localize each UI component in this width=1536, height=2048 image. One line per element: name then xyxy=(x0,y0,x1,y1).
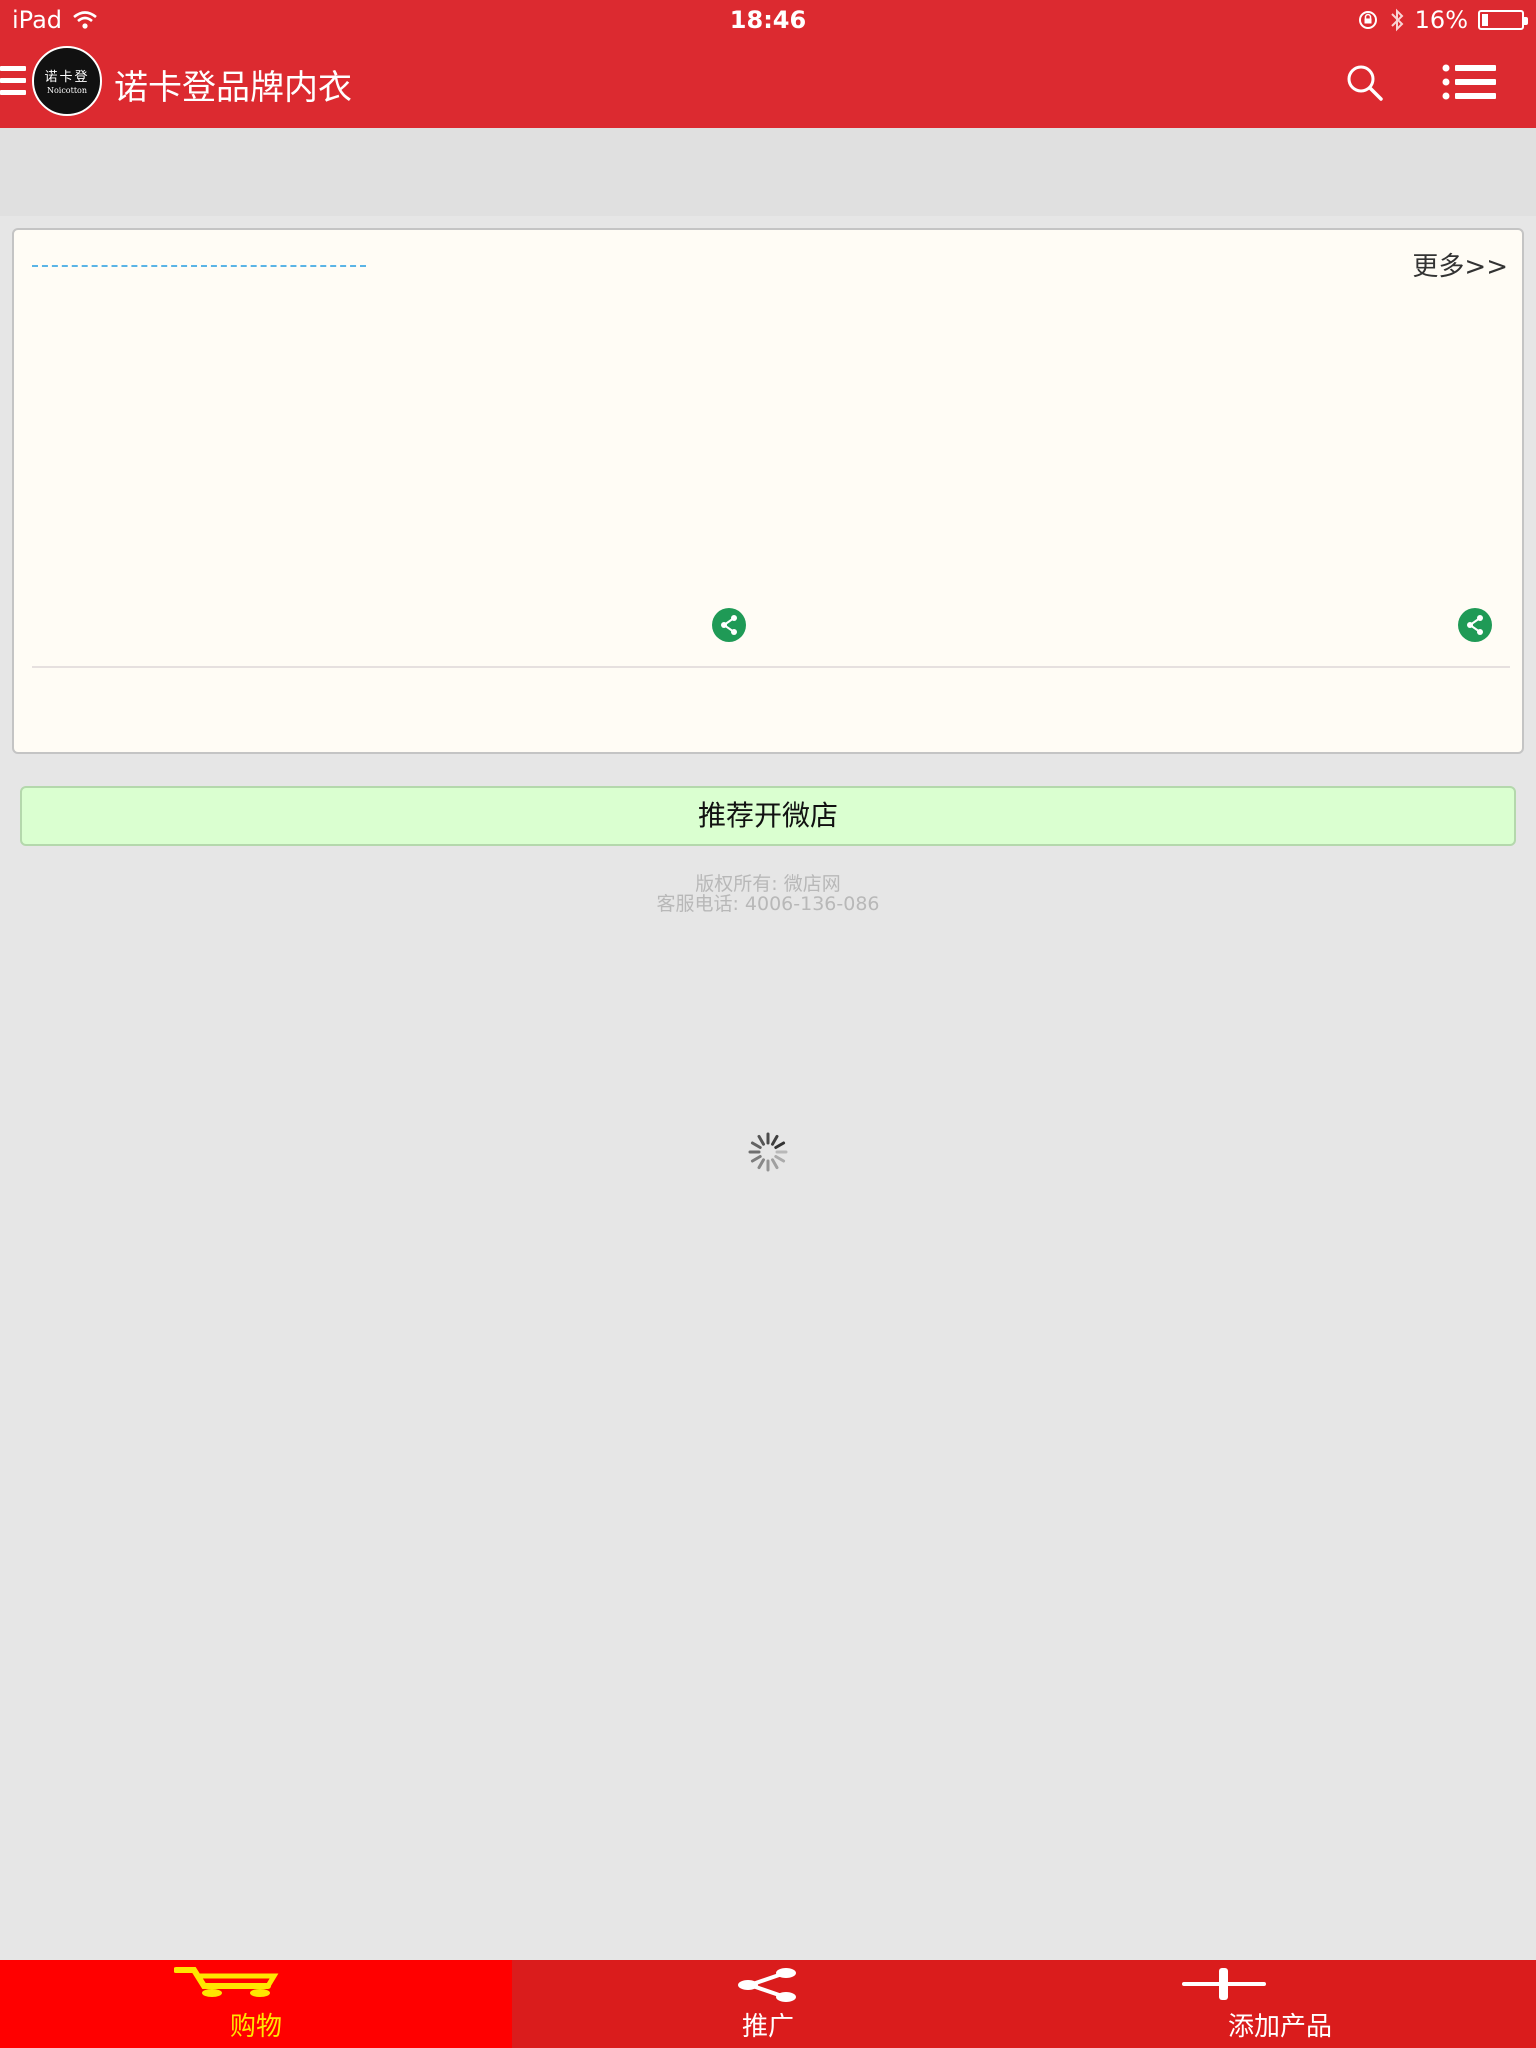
cart-icon xyxy=(174,1967,279,1997)
plus-icon xyxy=(1182,1968,1266,2000)
bluetooth-icon xyxy=(1390,8,1404,32)
spinner-spoke xyxy=(774,1141,786,1149)
spinner-spoke xyxy=(757,1134,765,1146)
status-right: 16% xyxy=(1357,6,1528,34)
status-bar: iPad 18:46 16% xyxy=(0,0,1536,40)
tab-shopping[interactable]: 购物 xyxy=(0,1960,512,2048)
spinner-spoke xyxy=(771,1134,779,1146)
tab-promote-label: 推广 xyxy=(741,2012,794,2042)
battery-percent: 16% xyxy=(1414,6,1468,34)
tab-promote[interactable]: 推广 xyxy=(512,1960,1024,2048)
share-icon xyxy=(738,1968,796,2002)
search-icon[interactable] xyxy=(1344,62,1384,102)
share-icon[interactable] xyxy=(1458,608,1492,642)
more-link[interactable]: 更多>> xyxy=(1412,246,1508,283)
section-title-divider xyxy=(32,265,366,267)
service-phone-text: 客服电话: 4006-136-086 xyxy=(656,893,880,915)
tab-add-product[interactable]: 添加产品 xyxy=(1024,1960,1536,2048)
menu-icon[interactable] xyxy=(0,66,26,98)
card-divider xyxy=(32,666,1510,668)
spinner-spoke xyxy=(750,1141,762,1149)
spinner-spoke xyxy=(757,1158,765,1170)
loading-spinner-icon xyxy=(748,1132,788,1172)
list-menu-icon[interactable] xyxy=(1442,64,1496,100)
recommend-shop-button[interactable]: 推荐开微店 xyxy=(20,786,1516,846)
logo-en-text: Noicotton xyxy=(46,86,88,95)
battery-icon xyxy=(1478,10,1528,30)
bottom-tab-bar: 购物 推广 添加产品 xyxy=(0,1960,1536,2048)
brand-logo[interactable]: 诺卡登 Noicotton xyxy=(32,46,102,116)
tab-add-product-label: 添加产品 xyxy=(1227,2012,1332,2042)
banner-area xyxy=(0,128,1536,216)
page-title: 诺卡登品牌内衣 xyxy=(114,68,352,108)
status-time: 18:46 xyxy=(729,6,807,34)
spinner-spoke xyxy=(771,1158,779,1170)
rotation-lock-icon xyxy=(1358,11,1377,29)
app-header: 诺卡登 Noicotton 诺卡登品牌内衣 xyxy=(0,40,1536,128)
copyright-text: 版权所有: 微店网 xyxy=(695,873,841,895)
share-icon[interactable] xyxy=(712,608,746,642)
product-card: 更多>> xyxy=(12,228,1524,754)
logo-cn-text: 诺卡登 xyxy=(44,70,90,85)
spinner-spoke xyxy=(750,1155,762,1163)
tab-shopping-label: 购物 xyxy=(229,2012,282,2042)
spinner-spoke xyxy=(774,1155,786,1163)
